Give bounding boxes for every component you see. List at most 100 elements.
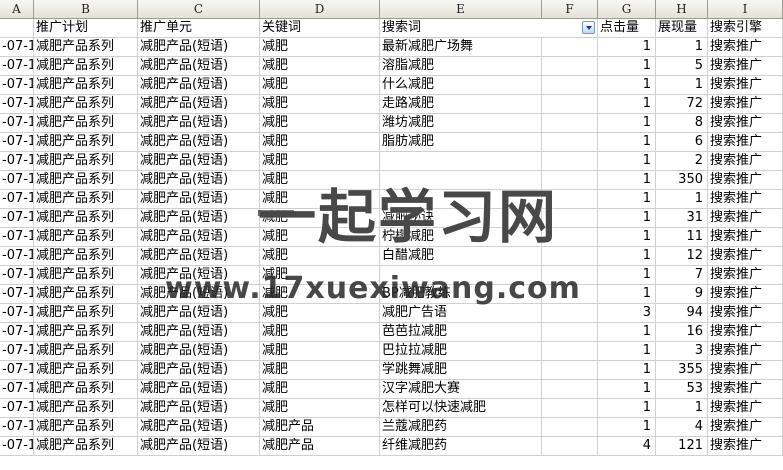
date-cell[interactable]: -07-1: [0, 304, 34, 323]
engine-cell[interactable]: 搜索推广: [708, 76, 783, 95]
clicks-cell[interactable]: 1: [598, 76, 656, 95]
empty-f-cell[interactable]: [542, 323, 598, 342]
impressions-cell[interactable]: 31: [656, 209, 708, 228]
empty-f-cell[interactable]: [542, 399, 598, 418]
unit-cell[interactable]: 减肥产品(短语): [138, 38, 260, 57]
plan-cell[interactable]: 减肥产品系列: [34, 76, 138, 95]
plan-cell[interactable]: 减肥产品系列: [34, 437, 138, 456]
date-header-cell[interactable]: [0, 19, 34, 38]
unit-cell[interactable]: 减肥产品(短语): [138, 228, 260, 247]
date-cell[interactable]: -07-1: [0, 361, 34, 380]
date-cell[interactable]: -07-1: [0, 285, 34, 304]
impressions-cell[interactable]: 53: [656, 380, 708, 399]
column-header-b[interactable]: B: [34, 0, 138, 19]
impressions-cell[interactable]: 350: [656, 171, 708, 190]
plan-cell[interactable]: 减肥产品系列: [34, 228, 138, 247]
unit-cell[interactable]: 减肥产品(短语): [138, 114, 260, 133]
keyword-cell[interactable]: 减肥: [260, 114, 380, 133]
clicks-cell[interactable]: 1: [598, 190, 656, 209]
empty-f-cell[interactable]: [542, 361, 598, 380]
date-cell[interactable]: -07-1: [0, 228, 34, 247]
engine-cell[interactable]: 搜索推广: [708, 38, 783, 57]
impressions-cell[interactable]: 72: [656, 95, 708, 114]
clicks-cell[interactable]: 1: [598, 266, 656, 285]
date-cell[interactable]: -07-1: [0, 437, 34, 456]
plan-cell[interactable]: 减肥产品系列: [34, 247, 138, 266]
impressions-header[interactable]: 展现量: [656, 19, 708, 38]
empty-f-cell[interactable]: [542, 95, 598, 114]
impressions-cell[interactable]: 3: [656, 342, 708, 361]
autofilter-dropdown-icon[interactable]: [582, 21, 595, 34]
clicks-cell[interactable]: 1: [598, 361, 656, 380]
column-header-d[interactable]: D: [260, 0, 380, 19]
unit-cell[interactable]: 减肥产品(短语): [138, 437, 260, 456]
date-cell[interactable]: -07-1: [0, 38, 34, 57]
keyword-cell[interactable]: 减肥: [260, 361, 380, 380]
plan-cell[interactable]: 减肥产品系列: [34, 342, 138, 361]
clicks-cell[interactable]: 1: [598, 209, 656, 228]
unit-cell[interactable]: 减肥产品(短语): [138, 323, 260, 342]
impressions-cell[interactable]: 1: [656, 76, 708, 95]
date-cell[interactable]: -07-1: [0, 95, 34, 114]
impressions-cell[interactable]: 1: [656, 38, 708, 57]
date-cell[interactable]: -07-1: [0, 418, 34, 437]
clicks-cell[interactable]: 1: [598, 152, 656, 171]
keyword-cell[interactable]: 减肥: [260, 152, 380, 171]
impressions-cell[interactable]: 16: [656, 323, 708, 342]
empty-f-cell[interactable]: [542, 152, 598, 171]
unit-header[interactable]: 推广单元: [138, 19, 260, 38]
impressions-cell[interactable]: 7: [656, 266, 708, 285]
plan-cell[interactable]: 减肥产品系列: [34, 152, 138, 171]
impressions-cell[interactable]: 4: [656, 418, 708, 437]
clicks-cell[interactable]: 1: [598, 380, 656, 399]
column-header-i[interactable]: I: [708, 0, 783, 19]
engine-cell[interactable]: 搜索推广: [708, 190, 783, 209]
search-term-cell[interactable]: 学跳舞减肥: [380, 361, 542, 380]
empty-f-cell[interactable]: [542, 418, 598, 437]
keyword-cell[interactable]: 减肥: [260, 133, 380, 152]
keyword-cell[interactable]: 减肥: [260, 76, 380, 95]
clicks-cell[interactable]: 1: [598, 418, 656, 437]
engine-cell[interactable]: 搜索推广: [708, 247, 783, 266]
search-term-cell[interactable]: 纤维减肥药: [380, 437, 542, 456]
unit-cell[interactable]: 减肥产品(短语): [138, 76, 260, 95]
search-term-cell[interactable]: 芭芭拉减肥: [380, 323, 542, 342]
unit-cell[interactable]: 减肥产品(短语): [138, 95, 260, 114]
impressions-cell[interactable]: 2: [656, 152, 708, 171]
column-header-g[interactable]: G: [598, 0, 656, 19]
engine-cell[interactable]: 搜索推广: [708, 171, 783, 190]
keyword-cell[interactable]: 减肥: [260, 342, 380, 361]
engine-cell[interactable]: 搜索推广: [708, 304, 783, 323]
unit-cell[interactable]: 减肥产品(短语): [138, 342, 260, 361]
engine-cell[interactable]: 搜索推广: [708, 342, 783, 361]
engine-cell[interactable]: 搜索推广: [708, 323, 783, 342]
clicks-cell[interactable]: 1: [598, 228, 656, 247]
unit-cell[interactable]: 减肥产品(短语): [138, 304, 260, 323]
search-term-cell[interactable]: 潍坊减肥: [380, 114, 542, 133]
engine-cell[interactable]: 搜索推广: [708, 209, 783, 228]
empty-f-cell[interactable]: [542, 57, 598, 76]
empty-f-cell[interactable]: [542, 38, 598, 57]
keyword-cell[interactable]: 减肥: [260, 38, 380, 57]
keyword-cell[interactable]: 减肥产品: [260, 437, 380, 456]
search-term-cell[interactable]: 怎样可以快速减肥: [380, 399, 542, 418]
keyword-cell[interactable]: 减肥产品: [260, 418, 380, 437]
engine-cell[interactable]: 搜索推广: [708, 152, 783, 171]
impressions-cell[interactable]: 1: [656, 190, 708, 209]
clicks-cell[interactable]: 1: [598, 247, 656, 266]
clicks-cell[interactable]: 1: [598, 38, 656, 57]
keyword-cell[interactable]: 减肥: [260, 380, 380, 399]
clicks-cell[interactable]: 1: [598, 323, 656, 342]
plan-cell[interactable]: 减肥产品系列: [34, 171, 138, 190]
engine-header[interactable]: 搜索引擎: [708, 19, 783, 38]
clicks-cell[interactable]: 1: [598, 342, 656, 361]
column-header-f[interactable]: F: [542, 0, 598, 19]
search-term-header[interactable]: 搜索词: [380, 19, 598, 38]
unit-cell[interactable]: 减肥产品(短语): [138, 380, 260, 399]
date-cell[interactable]: -07-1: [0, 323, 34, 342]
clicks-cell[interactable]: 1: [598, 399, 656, 418]
unit-cell[interactable]: 减肥产品(短语): [138, 171, 260, 190]
date-cell[interactable]: -07-1: [0, 152, 34, 171]
keyword-cell[interactable]: 减肥: [260, 57, 380, 76]
column-header-e[interactable]: E: [380, 0, 542, 19]
